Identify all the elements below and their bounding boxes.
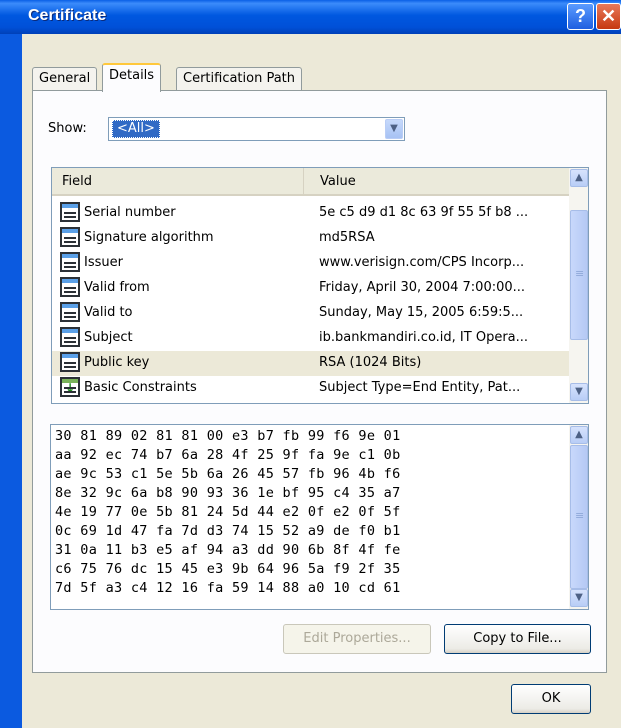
list-item[interactable]: Valid to Sunday, May 15, 2005 6:59:5... bbox=[52, 301, 570, 326]
show-selected-value: <All> bbox=[112, 120, 160, 138]
scroll-up-arrow-icon[interactable]: ▲ bbox=[570, 426, 588, 444]
field-value: RSA (1024 Bits) bbox=[319, 355, 422, 370]
scroll-down-arrow-icon[interactable]: ▼ bbox=[570, 589, 588, 607]
field-name: Subject bbox=[84, 330, 133, 345]
certificate-extension-icon bbox=[60, 377, 80, 397]
field-name: Signature algorithm bbox=[84, 230, 214, 245]
column-header-field[interactable]: Field bbox=[52, 168, 304, 194]
list-item[interactable]: Signature algorithm md5RSA bbox=[52, 226, 570, 251]
ok-button[interactable]: OK bbox=[511, 684, 591, 714]
field-name: Valid to bbox=[84, 305, 133, 320]
certificate-field-icon bbox=[60, 327, 80, 347]
title-bar[interactable]: Certificate ? ✕ bbox=[0, 0, 621, 34]
hex-line: c6 75 76 dc 15 45 e3 9b 64 96 5a f9 2f 3… bbox=[55, 561, 401, 577]
hex-line: 8e 32 9c 6a b8 90 93 36 1e bf 95 c4 35 a… bbox=[55, 485, 401, 501]
field-name: Basic Constraints bbox=[84, 380, 197, 395]
help-button[interactable]: ? bbox=[567, 3, 594, 30]
hex-line: ae 9c 53 c1 5e 5b 6a 26 45 57 fb 96 4b f… bbox=[55, 466, 401, 482]
certificate-field-icon bbox=[60, 302, 80, 322]
field-name: Issuer bbox=[84, 255, 123, 270]
chevron-down-icon[interactable]: ▼ bbox=[385, 119, 403, 139]
tab-details[interactable]: Details bbox=[102, 63, 162, 92]
scroll-up-arrow-icon[interactable]: ▲ bbox=[570, 169, 588, 187]
fields-list[interactable]: Field Value Serial number 5e c5 d9 d1 8c… bbox=[51, 167, 589, 404]
list-item[interactable]: Issuer www.verisign.com/CPS Incorp... bbox=[52, 251, 570, 276]
edit-properties-button[interactable]: Edit Properties... bbox=[283, 624, 431, 654]
list-item[interactable]: Valid from Friday, April 30, 2004 7:00:0… bbox=[52, 276, 570, 301]
fields-list-scrollbar[interactable]: ▲ ▼ bbox=[569, 168, 588, 403]
hex-line: 4e 19 77 0e 5b 81 24 5d 44 e2 0f e2 0f 5… bbox=[55, 504, 401, 520]
field-value: Subject Type=End Entity, Pat... bbox=[319, 380, 521, 395]
certificate-field-icon bbox=[60, 277, 80, 297]
show-dropdown[interactable]: <All> ▼ bbox=[108, 117, 405, 141]
hex-line: 30 81 89 02 81 81 00 e3 b7 fb 99 f6 9e 0… bbox=[55, 428, 401, 444]
list-item[interactable]: Basic Constraints Subject Type=End Entit… bbox=[52, 376, 570, 401]
field-value: Friday, April 30, 2004 7:00:00... bbox=[319, 280, 526, 295]
show-label: Show: bbox=[48, 121, 87, 136]
certificate-field-icon bbox=[60, 352, 80, 372]
list-header: Field Value bbox=[52, 168, 570, 196]
certificate-field-icon bbox=[60, 202, 80, 222]
hex-line: aa 92 ec 74 b7 6a 28 4f 25 9f fa 9e c1 0… bbox=[55, 447, 401, 463]
tab-general[interactable]: General bbox=[32, 67, 98, 91]
list-item[interactable]: Subject ib.bankmandiri.co.id, IT Opera..… bbox=[52, 326, 570, 351]
field-name: Serial number bbox=[84, 205, 176, 220]
field-name: Public key bbox=[84, 355, 150, 370]
column-header-value[interactable]: Value bbox=[310, 168, 570, 194]
field-value: www.verisign.com/CPS Incorp... bbox=[319, 255, 525, 270]
field-value: ib.bankmandiri.co.id, IT Opera... bbox=[319, 330, 529, 345]
hex-line: 7d 5f a3 c4 12 16 fa 59 14 88 a0 10 cd 6… bbox=[55, 580, 401, 596]
list-item-selected[interactable]: Public key RSA (1024 Bits) bbox=[52, 351, 570, 376]
scrollbar-thumb[interactable] bbox=[570, 445, 588, 589]
close-button[interactable]: ✕ bbox=[596, 3, 621, 30]
field-value: 5e c5 d9 d1 8c 63 9f 55 5f b8 ... bbox=[319, 205, 529, 220]
field-name: Valid from bbox=[84, 280, 150, 295]
window-title: Certificate bbox=[28, 7, 107, 24]
field-value: md5RSA bbox=[319, 230, 375, 245]
tab-certification-path[interactable]: Certification Path bbox=[176, 67, 303, 91]
hex-scrollbar[interactable]: ▲ ▼ bbox=[569, 425, 588, 609]
hex-line: 0c 69 1d 47 fa 7d d3 74 15 52 a9 de f0 b… bbox=[55, 523, 401, 539]
copy-to-file-button[interactable]: Copy to File... bbox=[444, 624, 591, 654]
hex-line: 31 0a 11 b3 e5 af 94 a3 dd 90 6b 8f 4f f… bbox=[55, 542, 401, 558]
value-hex-textbox[interactable]: 30 81 89 02 81 81 00 e3 b7 fb 99 f6 9e 0… bbox=[50, 424, 589, 610]
scrollbar-thumb[interactable] bbox=[570, 210, 588, 340]
scroll-down-arrow-icon[interactable]: ▼ bbox=[570, 383, 588, 401]
list-item[interactable]: Serial number 5e c5 d9 d1 8c 63 9f 55 5f… bbox=[52, 201, 570, 226]
certificate-field-icon bbox=[60, 252, 80, 272]
certificate-field-icon bbox=[60, 227, 80, 247]
window-frame-left bbox=[0, 34, 22, 728]
field-value: Sunday, May 15, 2005 6:59:5... bbox=[319, 305, 524, 320]
